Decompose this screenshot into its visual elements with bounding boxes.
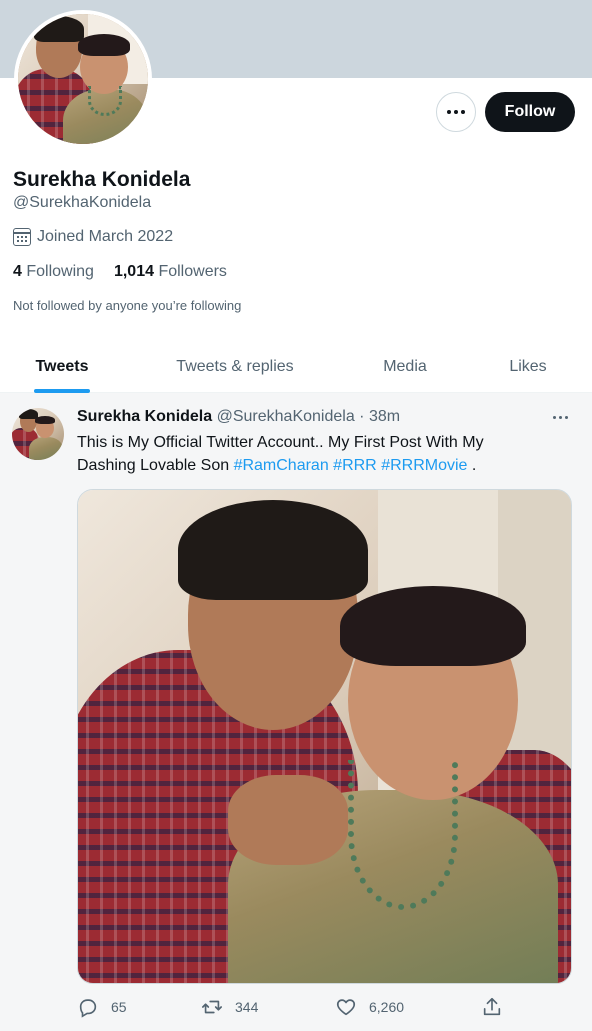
hashtag-link[interactable]: #RRR	[333, 457, 377, 474]
not-followed-notice: Not followed by anyone you’re following	[13, 298, 242, 313]
following-label: Following	[26, 263, 94, 280]
tab-label: Likes	[509, 357, 547, 375]
joined-date: Joined March 2022	[13, 228, 173, 246]
tweet-separator: ·	[359, 408, 365, 425]
retweet-count: 344	[235, 999, 259, 1015]
profile-tabs: Tweets Tweets & replies Media Likes	[0, 340, 592, 393]
tweet-author-avatar[interactable]	[12, 408, 64, 460]
reply-icon	[79, 999, 97, 1018]
tab-media[interactable]: Media	[346, 340, 464, 393]
tab-label: Tweets & replies	[176, 357, 294, 375]
like-count: 6,260	[369, 999, 405, 1015]
tweet-actions: 65 344 6,260	[77, 996, 507, 1024]
tweet-text: This is My Official Twitter Account.. My…	[77, 431, 547, 477]
more-horizontal-icon	[447, 110, 465, 114]
tweet-author-name[interactable]: Surekha Konidela	[77, 408, 212, 425]
tweet-media-image[interactable]	[77, 489, 572, 984]
reply-count: 65	[111, 999, 127, 1015]
media-photo	[78, 490, 571, 983]
tweet-text-line1: This is My Official Twitter Account.. My…	[77, 434, 484, 451]
joined-text: Joined March 2022	[37, 228, 174, 245]
share-button[interactable]	[481, 996, 503, 1018]
following-count: 4	[13, 263, 22, 280]
follow-button[interactable]: Follow	[485, 92, 575, 132]
follow-stats: 4 Following 1,014 Followers	[13, 263, 227, 281]
tweet-author-handle[interactable]: @SurekhaKonidela	[217, 408, 355, 425]
like-button[interactable]: 6,260	[335, 996, 404, 1018]
profile-name: Surekha Konidela	[13, 168, 191, 191]
profile-handle: @SurekhaKonidela	[13, 194, 152, 211]
heart-icon	[336, 999, 356, 1016]
hashtag-link[interactable]: #RRRMovie	[381, 457, 467, 474]
followers-label: Followers	[158, 263, 227, 280]
tweet-text-suffix: .	[467, 457, 477, 474]
followers-link[interactable]: 1,014 Followers	[114, 263, 227, 281]
hashtag-link[interactable]: #RamCharan	[234, 457, 329, 474]
tab-tweets-replies[interactable]: Tweets & replies	[124, 340, 346, 393]
reply-button[interactable]: 65	[77, 996, 127, 1018]
tweet-avatar-photo	[12, 408, 64, 460]
tab-tweets[interactable]: Tweets	[0, 340, 124, 393]
profile-avatar[interactable]	[14, 10, 152, 148]
tab-label: Tweets	[35, 357, 89, 375]
retweet-button[interactable]: 344	[201, 996, 258, 1018]
tweet-more-button[interactable]	[553, 416, 568, 419]
more-options-button[interactable]	[436, 92, 476, 132]
share-icon	[483, 997, 501, 1016]
tab-label: Media	[383, 357, 427, 375]
avatar-photo	[18, 14, 148, 144]
more-horizontal-icon	[553, 416, 568, 419]
tab-likes[interactable]: Likes	[464, 340, 592, 393]
followers-count: 1,014	[113, 263, 154, 280]
tweet-time[interactable]: 38m	[369, 408, 400, 425]
following-link[interactable]: 4 Following	[13, 263, 94, 281]
tweet-text-line2: Dashing Lovable Son	[77, 457, 234, 474]
calendar-icon	[13, 228, 31, 246]
retweet-icon	[202, 1000, 222, 1014]
tweet-header: Surekha Konidela @SurekhaKonidela · 38m	[77, 408, 400, 426]
